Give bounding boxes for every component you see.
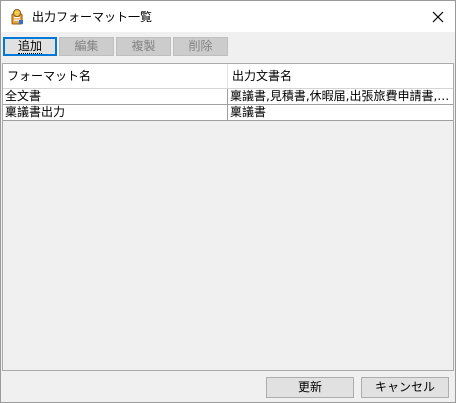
duplicate-button[interactable]: 複製 xyxy=(116,37,171,56)
column-header-format-name[interactable]: フォーマット名 xyxy=(3,64,228,88)
column-header-output-document-name[interactable]: 出力文書名 xyxy=(228,64,453,88)
close-icon xyxy=(432,11,444,22)
output-document-cell[interactable]: 稟議書,見積書,休暇届,出張旅費申請書,経… xyxy=(228,89,453,104)
close-button[interactable] xyxy=(421,1,455,32)
refresh-button[interactable]: 更新 xyxy=(266,377,354,398)
title-bar: 出力フォーマット一覧 xyxy=(1,1,455,32)
edit-button[interactable]: 編集 xyxy=(59,37,114,56)
app-document-icon xyxy=(11,9,23,25)
format-name-cell[interactable]: 全文書 xyxy=(3,89,228,104)
output-format-list-dialog: 出力フォーマット一覧 追加 編集 複製 削除 フォーマット名 出力文書名 全文書… xyxy=(0,0,456,403)
table-row[interactable]: 全文書 稟議書,見積書,休暇届,出張旅費申請書,経… xyxy=(3,89,453,105)
cancel-button[interactable]: キャンセル xyxy=(361,377,449,398)
format-grid[interactable]: フォーマット名 出力文書名 全文書 稟議書,見積書,休暇届,出張旅費申請書,経…… xyxy=(2,63,454,371)
toolbar: 追加 編集 複製 削除 xyxy=(1,32,455,60)
format-name-cell[interactable]: 稟議書出力 xyxy=(3,105,228,120)
add-button[interactable]: 追加 xyxy=(3,37,57,56)
window-title: 出力フォーマット一覧 xyxy=(32,10,153,24)
add-button-label: 追加 xyxy=(17,39,42,54)
delete-button[interactable]: 削除 xyxy=(173,37,228,56)
output-document-cell[interactable]: 稟議書 xyxy=(228,105,453,120)
table-row[interactable]: 稟議書出力 稟議書 xyxy=(3,105,453,121)
grid-header: フォーマット名 出力文書名 xyxy=(3,64,453,89)
